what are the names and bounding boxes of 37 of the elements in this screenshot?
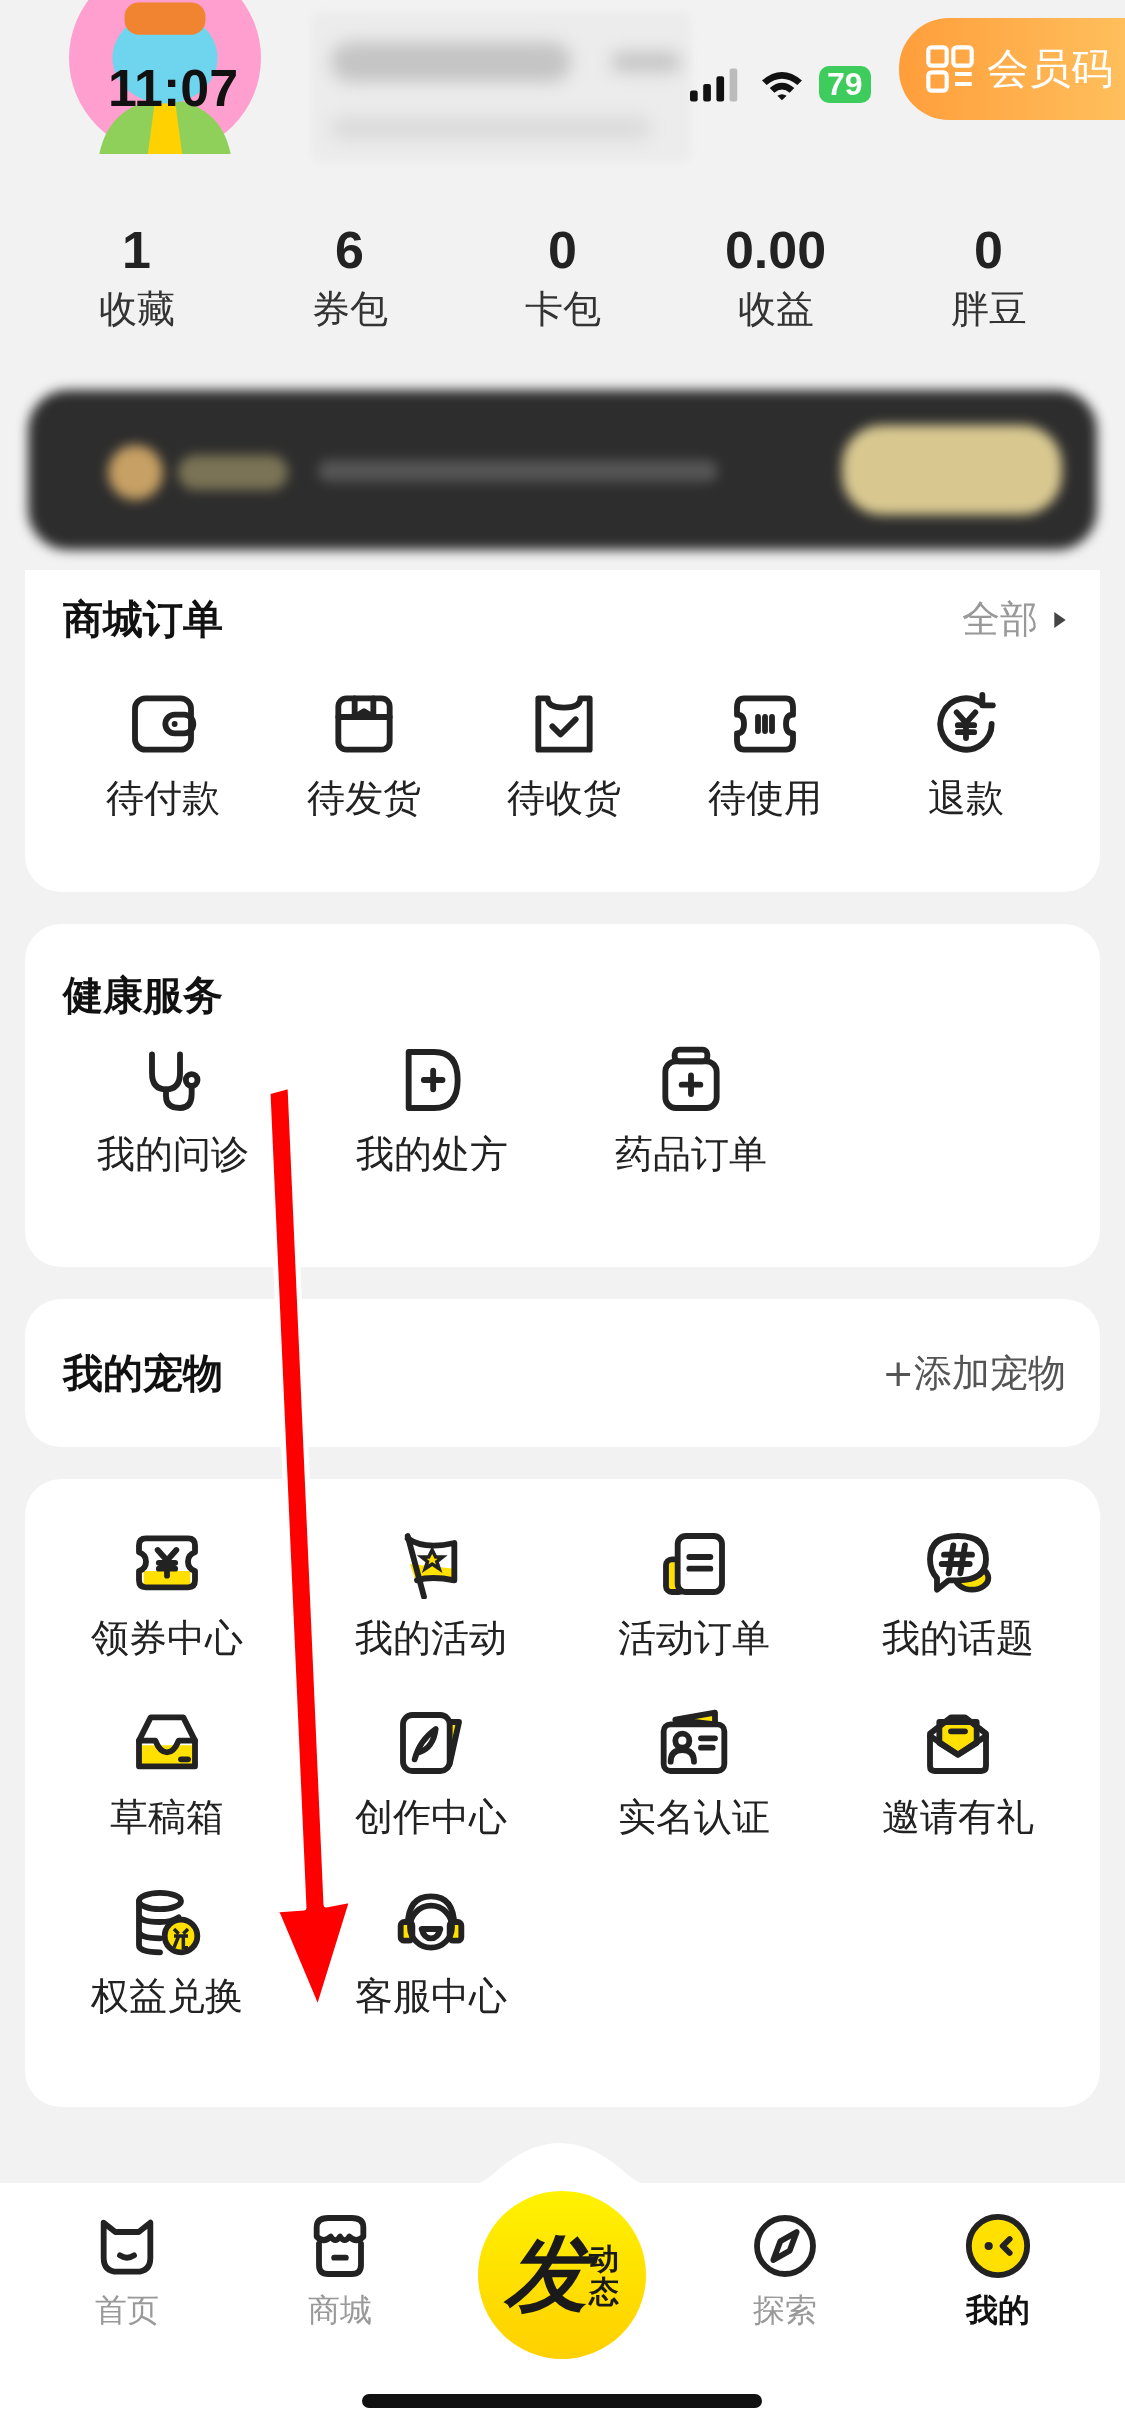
order-status-item[interactable]: 待发货 [263, 689, 465, 824]
stat-value[interactable]: 0 [548, 220, 577, 280]
service-item[interactable]: 我的话题 [882, 1529, 1035, 1664]
service-item[interactable]: 创作中心 [354, 1708, 507, 1843]
service-item[interactable]: 实名认证 [618, 1708, 771, 1843]
stat-label[interactable]: 收益 [737, 284, 814, 335]
service-item[interactable]: 领券中心 [90, 1529, 243, 1664]
stat-value[interactable]: 0.00 [724, 220, 827, 280]
section-title: 商城订单 [63, 595, 223, 644]
stat-value[interactable]: 6 [335, 220, 364, 280]
health-service-item[interactable]: 我的处方 [302, 1045, 562, 1180]
service-item[interactable]: 客服中心 [354, 1887, 507, 2022]
order-status-item[interactable]: 退款 [865, 689, 1066, 824]
service-item[interactable]: 草稿箱 [109, 1708, 224, 1843]
stat-label[interactable]: 卡包 [524, 284, 601, 335]
qr-code-icon [925, 44, 975, 94]
service-item[interactable]: 邀请有礼 [882, 1708, 1035, 1843]
blurred-banner[interactable] [28, 390, 1097, 550]
order-status-item[interactable]: 待收货 [464, 689, 665, 824]
order-status-item[interactable]: 待付款 [63, 689, 264, 824]
health-service-item[interactable]: 药品订单 [561, 1045, 821, 1180]
service-item[interactable]: 我的活动 [354, 1529, 507, 1664]
battery-level: 79 [819, 66, 871, 103]
stat-label[interactable]: 券包 [311, 284, 388, 335]
nav-tab[interactable]: 我的 [923, 2211, 1074, 2333]
stat-label[interactable]: 胖豆 [950, 284, 1027, 335]
health-service-item[interactable]: 我的问诊 [43, 1045, 303, 1180]
service-item[interactable]: 活动订单 [618, 1529, 771, 1664]
triangle-icon [1054, 611, 1066, 628]
order-status-item[interactable]: 待使用 [664, 689, 866, 824]
stat-value[interactable]: 1 [122, 220, 151, 280]
service-item[interactable]: 权益兑换 [90, 1887, 243, 2022]
section-title: 我的宠物 [63, 1348, 223, 1398]
stat-label[interactable]: 收藏 [98, 284, 175, 335]
section-title: 健康服务 [63, 972, 223, 1018]
add-pet-link[interactable]: +添加宠物 [882, 1347, 1066, 1399]
stat-value[interactable]: 0 [974, 220, 1003, 280]
